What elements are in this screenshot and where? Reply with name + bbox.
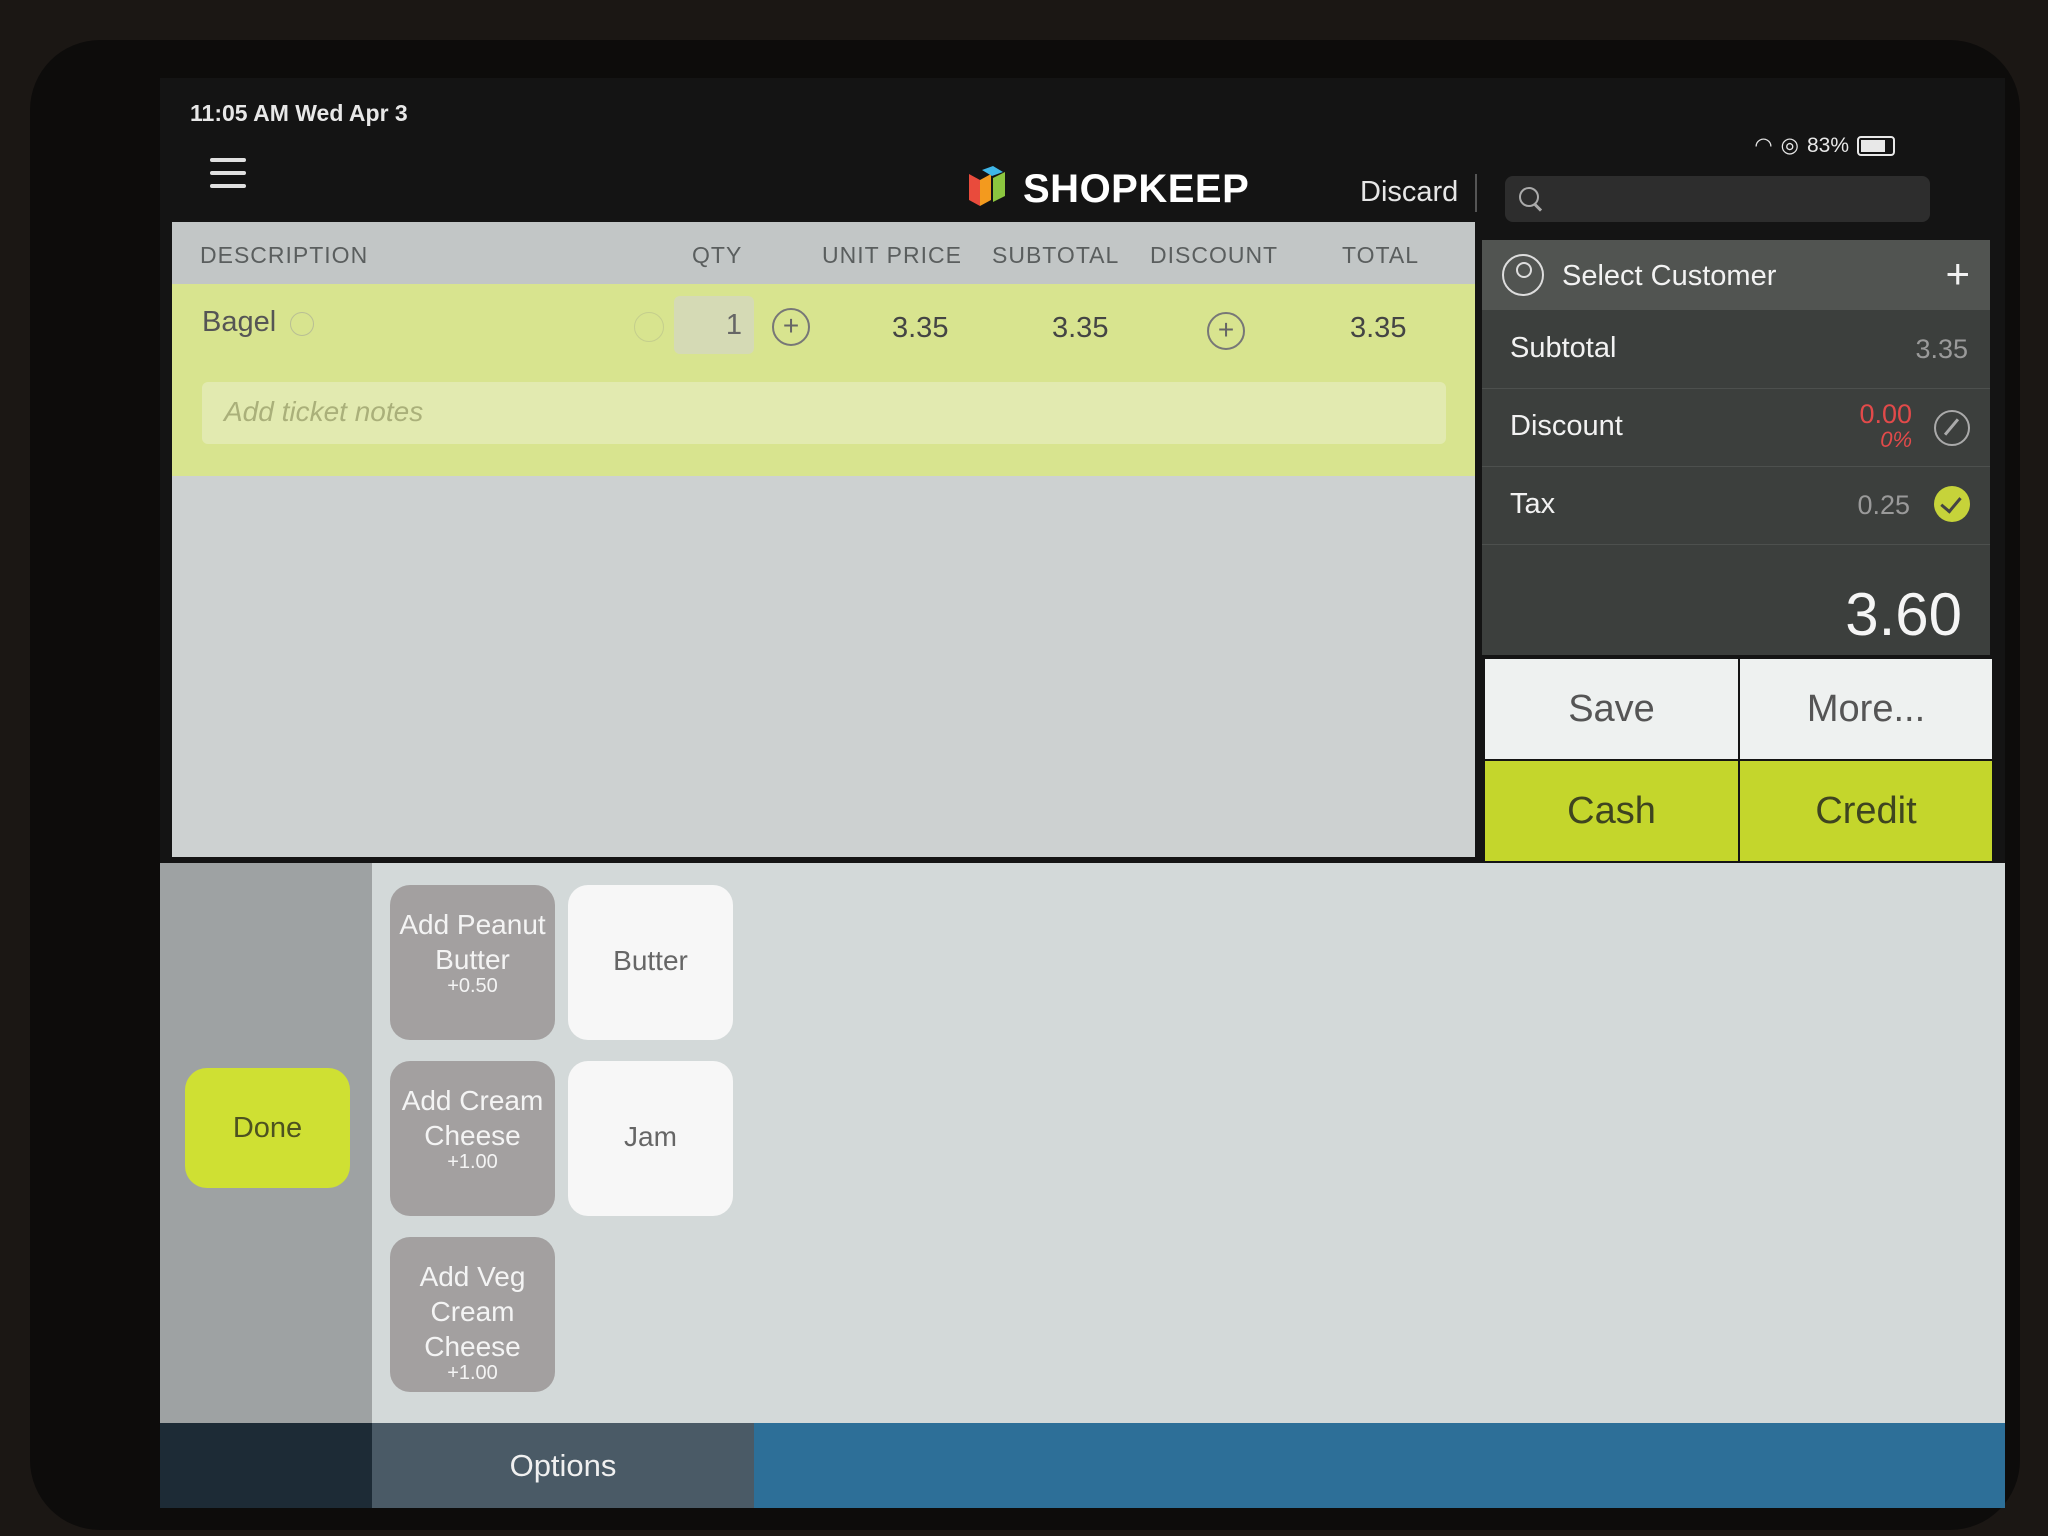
status-indicators: ◠ ◎ 83% (1754, 133, 1895, 158)
item-subtotal: 3.35 (1052, 312, 1109, 344)
modifier-add-cream-cheese[interactable]: Add Cream Cheese +1.00 (390, 1061, 555, 1216)
customer-icon (1502, 254, 1544, 296)
col-subtotal: SUBTOTAL (992, 242, 1120, 268)
modifier-butter[interactable]: Butter (568, 885, 733, 1040)
discount-row[interactable]: Discount 0.00 0% (1482, 388, 1990, 467)
modifier-add-peanut-butter[interactable]: Add Peanut Butter +0.50 (390, 885, 555, 1040)
shopkeep-logo: SHOPKEEP (965, 166, 1249, 212)
search-input[interactable] (1505, 176, 1930, 222)
modifier-jam[interactable]: Jam (568, 1061, 733, 1216)
discard-button[interactable]: Discard (1360, 176, 1458, 209)
pos-screen: 11:05 AM Wed Apr 3 ◠ ◎ 83% SHOPKEEP Disc… (160, 78, 2005, 1508)
discount-label: Discount (1510, 410, 1623, 442)
select-customer-label: Select Customer (1562, 260, 1777, 292)
col-description: DESCRIPTION (200, 242, 369, 268)
brand-name: SHOPKEEP (1023, 166, 1250, 211)
modifier-label: Add Cream Cheese (401, 1085, 544, 1151)
lock-rotation-icon: ◎ (1780, 134, 1799, 157)
wifi-icon: ◠ (1754, 134, 1773, 157)
done-button[interactable]: Done (185, 1068, 350, 1188)
ticket-panel: DESCRIPTION QTY UNIT PRICE SUBTOTAL DISC… (172, 222, 1475, 857)
subtotal-value: 3.35 (1915, 334, 1968, 364)
modifier-price: +1.00 (447, 1362, 498, 1384)
tax-value: 0.25 (1857, 490, 1910, 520)
ticket-notes-placeholder: Add ticket notes (224, 396, 424, 427)
item-total: 3.35 (1350, 312, 1407, 344)
battery-icon (1857, 135, 1895, 156)
battery-percent: 83% (1806, 133, 1849, 157)
tab-options[interactable]: Options (372, 1423, 754, 1508)
add-customer-icon[interactable]: + (1945, 250, 1970, 298)
shopkeep-logo-icon (969, 166, 1005, 206)
subtotal-label: Subtotal (1510, 332, 1617, 364)
nav-divider (1475, 174, 1477, 212)
ticket-item-row[interactable]: Bagel 1 + 3.35 3.35 + 3.35 Add ticket no… (172, 284, 1475, 476)
bottom-tab-bar: Options (160, 1423, 2005, 1508)
tax-check-icon[interactable] (1934, 486, 1970, 522)
ticket-header: DESCRIPTION QTY UNIT PRICE SUBTOTAL DISC… (172, 222, 1475, 284)
info-icon[interactable] (290, 312, 314, 336)
tax-row[interactable]: Tax 0.25 (1482, 466, 1990, 545)
modifier-add-veg-cream-cheese[interactable]: Add Veg Cream Cheese +1.00 (390, 1237, 555, 1392)
item-name: Bagel (202, 306, 277, 338)
edit-discount-icon[interactable] (1934, 410, 1970, 446)
decrease-qty-icon[interactable] (634, 312, 664, 342)
modifier-price: +0.50 (447, 975, 498, 997)
discount-percent: 0% (1880, 427, 1912, 452)
modifier-sidebar: Done (160, 863, 372, 1423)
modifier-label: Add Veg Cream Cheese (419, 1261, 526, 1362)
subtotal-row: Subtotal 3.35 (1482, 310, 1990, 389)
discount-amount: 0.00 (1859, 399, 1912, 429)
modifier-label: Add Peanut Butter (399, 909, 546, 975)
col-total: TOTAL (1342, 242, 1419, 268)
select-customer-button[interactable]: Select Customer + (1482, 240, 1990, 310)
qty-field[interactable]: 1 (674, 296, 754, 354)
tab-bar-strip (754, 1423, 2005, 1508)
modifier-price: +1.00 (447, 1151, 498, 1173)
col-unit-price: UNIT PRICE (822, 242, 962, 268)
add-discount-icon[interactable]: + (1207, 312, 1245, 350)
item-unit-price: 3.35 (892, 312, 949, 344)
modifier-label: Jam (624, 1121, 677, 1152)
cash-button[interactable]: Cash (1485, 761, 1738, 861)
modifier-label: Butter (613, 945, 688, 976)
ticket-notes-field[interactable]: Add ticket notes (202, 382, 1446, 444)
save-button[interactable]: Save (1485, 659, 1738, 759)
discount-value: 0.00 0% (1859, 399, 1912, 452)
more-button[interactable]: More... (1740, 659, 1992, 759)
status-time: 11:05 AM Wed Apr 3 (190, 100, 408, 126)
summary-panel: Select Customer + Subtotal 3.35 Discount… (1482, 240, 1990, 655)
col-discount: DISCOUNT (1150, 242, 1279, 268)
tax-label: Tax (1510, 488, 1556, 520)
col-qty: QTY (692, 242, 743, 268)
search-icon (1519, 187, 1539, 207)
increase-qty-icon[interactable]: + (772, 308, 810, 346)
grand-total: 3.60 (1845, 581, 1962, 648)
credit-button[interactable]: Credit (1740, 761, 1992, 861)
hamburger-menu-icon[interactable] (210, 158, 246, 188)
modifier-area: Done Add Peanut Butter +0.50 Butter Add … (160, 863, 2005, 1508)
